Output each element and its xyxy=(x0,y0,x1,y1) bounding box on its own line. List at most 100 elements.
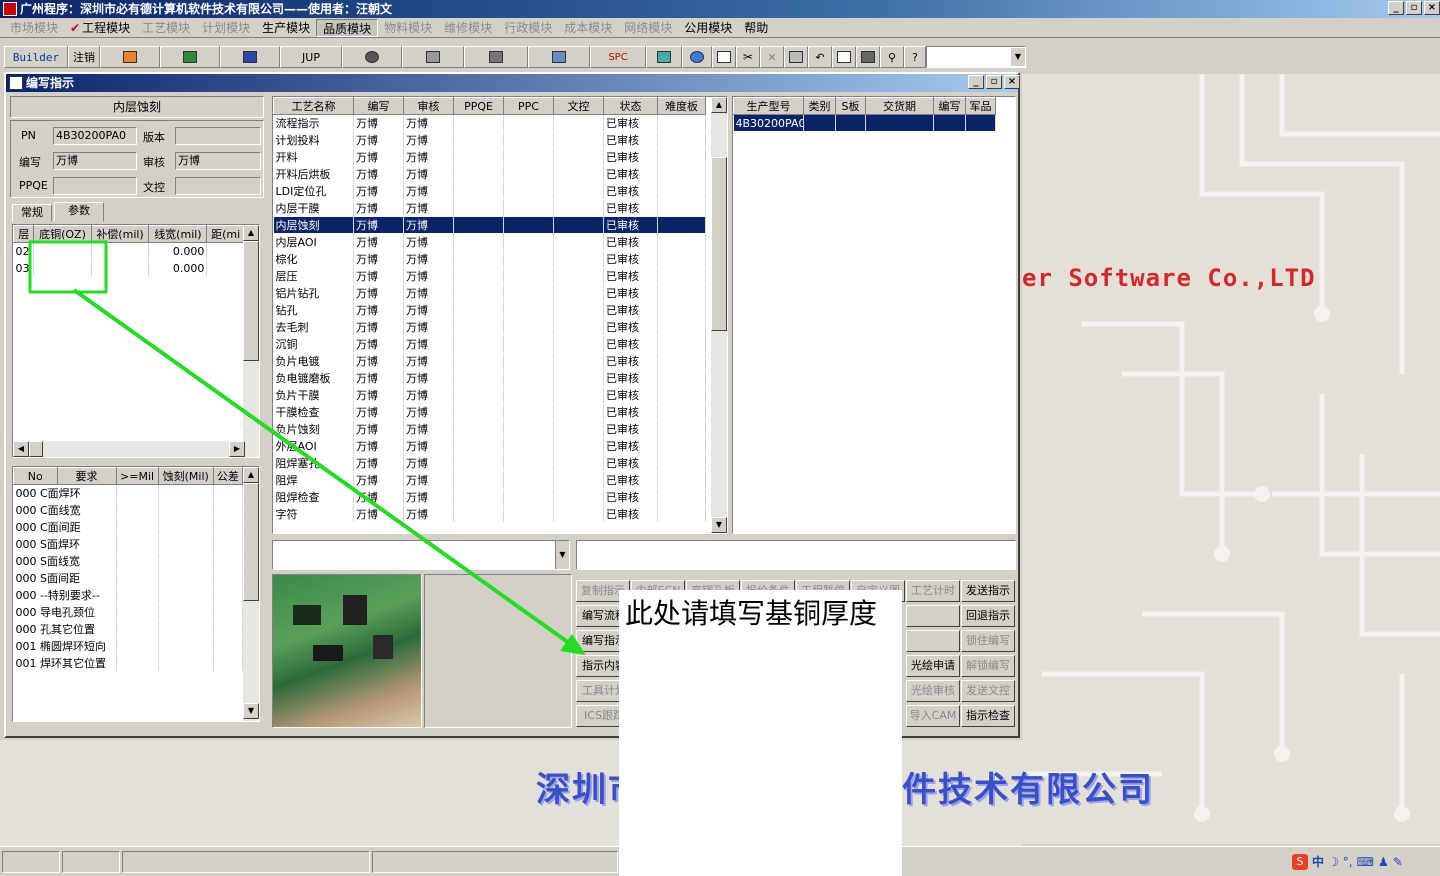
table-cell[interactable] xyxy=(503,454,554,472)
action-button[interactable]: 指示检查 xyxy=(961,705,1015,727)
table-cell[interactable]: 万博 xyxy=(403,488,454,506)
table-cell[interactable]: 已审核 xyxy=(603,505,658,523)
instruction-text-field[interactable] xyxy=(576,540,1016,570)
table-cell[interactable] xyxy=(213,620,244,638)
table-cell[interactable] xyxy=(116,620,159,638)
table-row[interactable]: 阻焊 万博 万博 已审核 xyxy=(273,471,706,489)
table-cell[interactable]: 已审核 xyxy=(603,284,658,302)
action-button[interactable]: 发送文控 xyxy=(961,680,1015,702)
table-cell[interactable]: 开料 xyxy=(273,148,354,166)
table-cell[interactable] xyxy=(453,250,504,268)
table-cell[interactable] xyxy=(965,114,996,132)
table-cell[interactable]: 阻焊塞孔 xyxy=(273,454,354,472)
table-cell[interactable]: 万博 xyxy=(353,352,404,370)
table-cell[interactable]: 层压 xyxy=(273,267,354,285)
table-row[interactable]: LDI定位孔 万博 万博 已审核 xyxy=(273,182,706,200)
menu-item[interactable]: 市场模块 xyxy=(4,19,64,37)
table-cell[interactable]: 万博 xyxy=(353,233,404,251)
table-row[interactable]: 钻孔 万博 万博 已审核 xyxy=(273,301,706,319)
table-cell[interactable] xyxy=(657,386,706,404)
table-cell[interactable] xyxy=(33,259,92,277)
table-row[interactable]: 内层AOI 万博 万博 已审核 xyxy=(273,233,706,251)
table-cell[interactable]: 万博 xyxy=(353,199,404,217)
table-cell[interactable] xyxy=(213,535,244,553)
table-cell[interactable] xyxy=(116,501,159,519)
table-cell[interactable]: 已审核 xyxy=(603,471,658,489)
table-cell[interactable] xyxy=(835,114,866,132)
powerpoint-button[interactable] xyxy=(100,46,160,68)
table-cell[interactable] xyxy=(213,501,244,519)
table-cell[interactable] xyxy=(453,318,504,336)
table-cell[interactable] xyxy=(116,586,159,604)
table-cell[interactable]: 万博 xyxy=(403,437,454,455)
table-cell[interactable] xyxy=(553,182,604,200)
undo-button[interactable]: ↶ xyxy=(808,46,832,68)
table-row[interactable]: 001 焊环其它位置 xyxy=(13,654,244,672)
table-cell[interactable] xyxy=(116,484,159,502)
scroll-down-icon[interactable]: ▼ xyxy=(243,703,259,719)
table-row[interactable]: 开料后烘板 万博 万博 已审核 xyxy=(273,165,706,183)
table-cell[interactable]: LDI定位孔 xyxy=(273,182,354,200)
table-cell[interactable]: 万博 xyxy=(403,233,454,251)
table-cell[interactable] xyxy=(206,242,245,260)
table-cell[interactable]: 计划投料 xyxy=(273,131,354,149)
table-cell[interactable] xyxy=(657,301,706,319)
table-cell[interactable] xyxy=(91,259,150,277)
table-cell[interactable]: 已审核 xyxy=(603,420,658,438)
table-cell[interactable] xyxy=(657,216,706,234)
table-cell[interactable] xyxy=(206,259,245,277)
table-cell[interactable] xyxy=(503,352,554,370)
table-cell[interactable]: 万博 xyxy=(403,454,454,472)
scroll-thumb[interactable] xyxy=(243,483,259,601)
scroll-up-icon[interactable]: ▲ xyxy=(243,467,259,483)
table-cell[interactable] xyxy=(503,437,554,455)
table-cell[interactable] xyxy=(213,569,244,587)
column-header[interactable]: 补偿(mil) xyxy=(90,225,150,243)
menu-item[interactable]: 工艺模块 xyxy=(136,19,196,37)
table-cell[interactable] xyxy=(213,518,244,536)
table-cell[interactable] xyxy=(453,199,504,217)
table-cell[interactable] xyxy=(116,518,159,536)
table-cell[interactable] xyxy=(657,114,706,132)
table-row[interactable]: 001 椭圆焊环短向 xyxy=(13,637,244,655)
table-cell[interactable] xyxy=(657,318,706,336)
table-cell[interactable]: 万博 xyxy=(353,454,404,472)
column-header[interactable]: PPC xyxy=(503,97,554,115)
table-cell[interactable]: 字符 xyxy=(273,505,354,523)
table-row[interactable]: 去毛刺 万博 万博 已审核 xyxy=(273,318,706,336)
table-cell[interactable] xyxy=(865,114,934,132)
table-cell[interactable]: 万博 xyxy=(353,488,404,506)
table-cell[interactable]: 万博 xyxy=(403,114,454,132)
table-cell[interactable] xyxy=(503,165,554,183)
table-cell[interactable] xyxy=(158,518,214,536)
table-cell[interactable] xyxy=(657,471,706,489)
table-cell[interactable] xyxy=(657,199,706,217)
column-header[interactable]: 编写 xyxy=(353,97,404,115)
table-cell[interactable] xyxy=(158,637,214,655)
table-cell[interactable]: 万博 xyxy=(353,284,404,302)
table-cell[interactable] xyxy=(553,369,604,387)
table-row[interactable]: 内层干膜 万博 万博 已审核 xyxy=(273,199,706,217)
table-cell[interactable] xyxy=(503,131,554,149)
table-cell[interactable]: 已审核 xyxy=(603,233,658,251)
scroll-down-icon[interactable]: ▼ xyxy=(711,517,727,533)
user-icon[interactable]: ♟ xyxy=(1378,855,1389,869)
delete-button[interactable]: ✕ xyxy=(760,46,784,68)
moon-icon[interactable]: ☽ xyxy=(1328,855,1339,869)
table-cell[interactable] xyxy=(503,182,554,200)
table-cell[interactable] xyxy=(453,233,504,251)
table-cell[interactable]: 已审核 xyxy=(603,250,658,268)
table-cell[interactable]: 万博 xyxy=(403,165,454,183)
action-button[interactable]: 导入CAM xyxy=(906,705,960,727)
table-cell[interactable] xyxy=(33,242,92,260)
column-header[interactable]: PPQE xyxy=(453,97,504,115)
table-cell[interactable]: 已审核 xyxy=(603,131,658,149)
menu-item[interactable]: 物料模块 xyxy=(378,19,438,37)
table-cell[interactable] xyxy=(657,420,706,438)
table-cell[interactable] xyxy=(453,352,504,370)
table-row[interactable]: 000 C面焊环 xyxy=(13,484,244,502)
table-cell[interactable] xyxy=(213,603,244,621)
table-cell[interactable] xyxy=(158,620,214,638)
table-cell[interactable]: 已审核 xyxy=(603,437,658,455)
table-cell[interactable]: 干膜检查 xyxy=(273,403,354,421)
